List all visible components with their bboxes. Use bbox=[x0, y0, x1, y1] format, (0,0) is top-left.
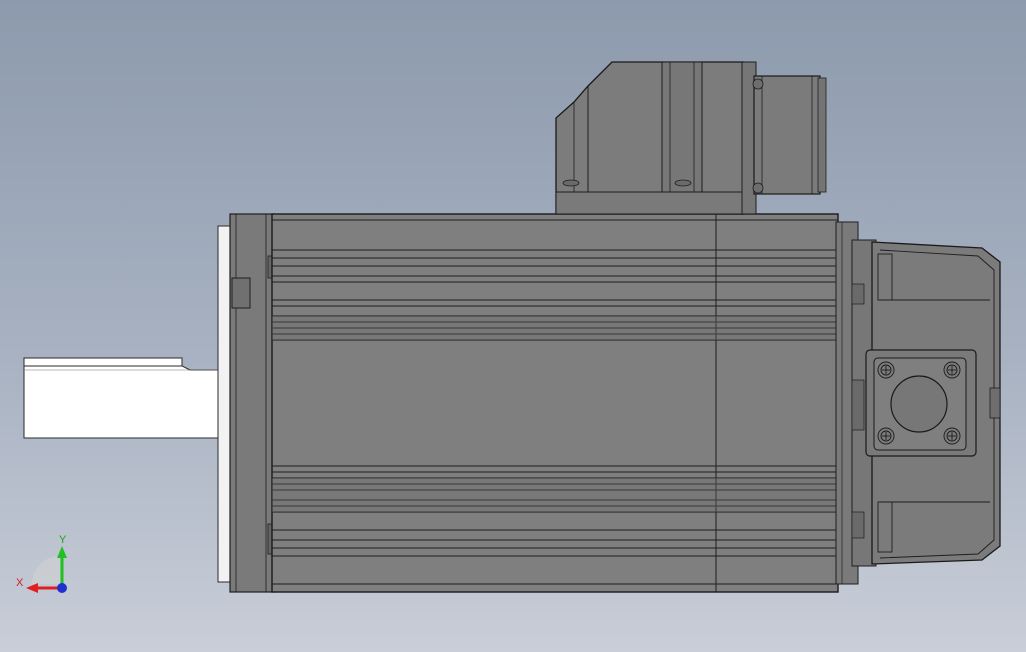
y-axis-label: Y bbox=[59, 534, 67, 546]
motor-shaft[interactable] bbox=[23, 357, 223, 439]
power-connector[interactable] bbox=[555, 61, 827, 215]
y-axis-arrow-head bbox=[57, 546, 67, 558]
x-axis-arrow-head bbox=[26, 583, 38, 593]
front-flange[interactable] bbox=[217, 213, 277, 593]
cad-viewport[interactable]: Y X bbox=[0, 0, 1026, 652]
motor-housing[interactable] bbox=[271, 213, 839, 593]
encoder-connector[interactable] bbox=[865, 349, 977, 457]
x-axis-label: X bbox=[16, 577, 24, 589]
coordinate-triad: Y X bbox=[16, 534, 67, 593]
z-axis-dot bbox=[57, 583, 67, 593]
